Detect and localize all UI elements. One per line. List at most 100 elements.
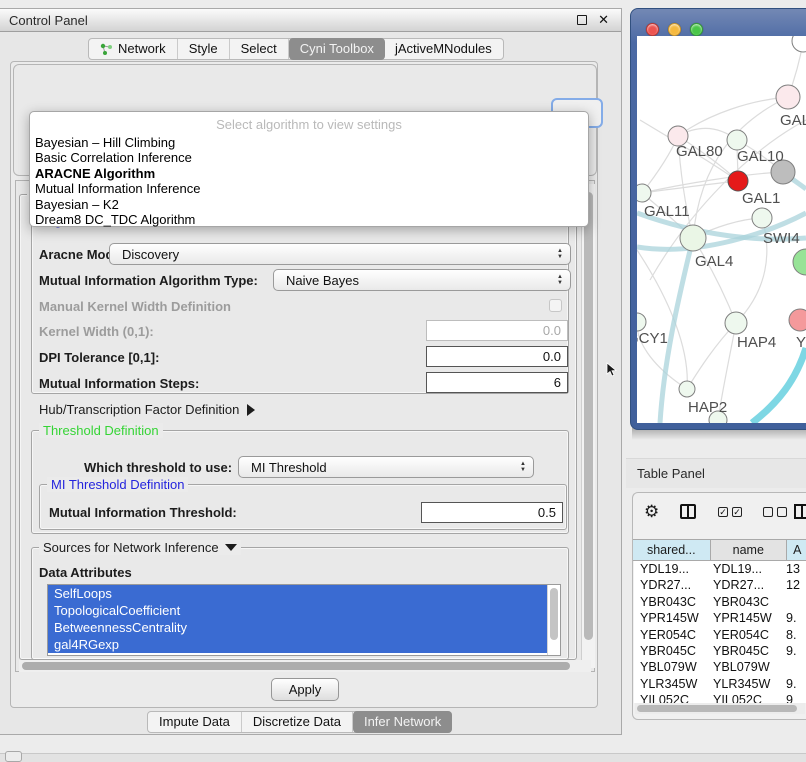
close-traffic-icon[interactable] xyxy=(646,23,659,36)
checkbox-checked-icon[interactable]: ✓ xyxy=(732,507,742,517)
scrollbar-thumb[interactable] xyxy=(584,192,593,640)
tab-select[interactable]: Select xyxy=(230,39,289,59)
table-row[interactable]: YIL052C YIL052C 9 xyxy=(634,692,806,703)
table-row[interactable]: YDR27... YDR27... 12 xyxy=(634,577,806,593)
table-row[interactable]: YBR045C YBR045C 9. xyxy=(634,643,806,659)
tab-discretize-data[interactable]: Discretize Data xyxy=(242,712,353,732)
table-header: shared... name A xyxy=(633,539,806,561)
which-threshold-value: MI Threshold xyxy=(251,460,327,475)
algorithm-dropdown-item[interactable]: Bayesian – K2 xyxy=(30,197,588,212)
tab-network[interactable]: Network xyxy=(89,39,178,59)
tab-impute-data[interactable]: Impute Data xyxy=(148,712,242,732)
node-swi4[interactable] xyxy=(752,208,772,228)
node-gal10[interactable] xyxy=(727,130,747,150)
algorithm-dropdown-item[interactable]: ARACNE Algorithm xyxy=(30,166,588,181)
algorithm-dropdown-item[interactable]: Bayesian – Hill Climbing xyxy=(30,135,588,150)
column-header-shared[interactable]: shared... xyxy=(633,540,711,560)
table-row[interactable]: YBR043C YBR043C xyxy=(634,594,806,610)
checkbox-checked-icon[interactable]: ✓ xyxy=(718,507,728,517)
table-horizontal-scrollbar[interactable] xyxy=(635,703,805,714)
dpi-tolerance-value: 0.0 xyxy=(543,349,561,364)
column-header-name[interactable]: name xyxy=(711,540,788,560)
bottom-mini-button[interactable] xyxy=(5,751,22,762)
close-icon[interactable]: ✕ xyxy=(598,12,609,28)
table-row[interactable]: YDL19... YDL19... 13 xyxy=(634,561,806,577)
table-row[interactable]: YPR145W YPR145W 9. xyxy=(634,610,806,626)
mi-threshold-label: Mutual Information Threshold: xyxy=(49,505,237,520)
manual-kernel-width-label: Manual Kernel Width Definition xyxy=(39,299,231,314)
node-partial-top[interactable] xyxy=(792,36,806,52)
aracne-mode-combo[interactable]: Discovery ▲▼ xyxy=(109,243,571,265)
which-threshold-label: Which threshold to use: xyxy=(84,460,232,475)
control-panel-title: Control Panel xyxy=(0,13,88,28)
node-label: Y xyxy=(796,334,806,351)
node-hap2[interactable] xyxy=(679,381,695,397)
table-row[interactable]: YLR345W YLR345W 9. xyxy=(634,676,806,692)
checkbox-unchecked-icon[interactable] xyxy=(777,507,787,517)
node-y-partial[interactable] xyxy=(789,309,806,331)
cell-shared-name: YBL079W xyxy=(634,659,713,675)
combo-stepper-icon: ▲▼ xyxy=(520,461,526,473)
node-gal11[interactable] xyxy=(637,184,651,202)
which-threshold-combo[interactable]: MI Threshold ▲▼ xyxy=(238,456,534,478)
node-label: GAL4 xyxy=(695,253,733,270)
tab-label: Style xyxy=(189,39,218,59)
cell-shared-name: YDR27... xyxy=(634,577,713,593)
cell-shared-name: YDL19... xyxy=(634,561,713,577)
node-label: GAL xyxy=(780,112,806,129)
control-panel-titlebar: Control Panel ✕ xyxy=(0,9,621,32)
tab-label: Network xyxy=(118,39,166,59)
aracne-mode-value: Discovery xyxy=(122,247,179,262)
expanded-arrow-icon[interactable] xyxy=(225,544,237,551)
new-table-icon[interactable] xyxy=(794,504,806,519)
node-gal1-selected[interactable] xyxy=(728,171,748,191)
cell-value: 13 xyxy=(786,561,806,577)
node-gcy1[interactable] xyxy=(637,313,646,331)
node-green-right[interactable] xyxy=(793,249,806,275)
node-gal4[interactable] xyxy=(680,225,706,251)
cyni-bottom-tabbar: Impute Data Discretize Data Infer Networ… xyxy=(147,711,452,733)
node-gal-top[interactable] xyxy=(776,85,800,109)
table-row[interactable]: YER054C YER054C 8. xyxy=(634,627,806,643)
mi-threshold-field[interactable]: 0.5 xyxy=(421,502,563,523)
hub-definition-toggle[interactable]: Hub/Transcription Factor Definition xyxy=(39,402,255,417)
cell-shared-name: YLR345W xyxy=(634,676,713,692)
manual-kernel-width-checkbox xyxy=(549,299,562,312)
apply-button[interactable]: Apply xyxy=(271,678,339,701)
node-hap4[interactable] xyxy=(725,312,747,334)
zoom-traffic-icon[interactable] xyxy=(690,23,703,36)
tab-style[interactable]: Style xyxy=(178,39,230,59)
cell-name: YER054C xyxy=(713,627,786,643)
scrollbar-thumb[interactable] xyxy=(637,705,797,712)
algorithm-dropdown-item[interactable]: Dream8 DC_TDC Algorithm xyxy=(30,212,588,227)
algorithm-dropdown-item[interactable]: Basic Correlation Inference xyxy=(30,150,588,165)
minimize-traffic-icon[interactable] xyxy=(668,23,681,36)
column-header-partial[interactable]: A xyxy=(787,540,806,560)
dpi-tolerance-field[interactable]: 0.0 xyxy=(426,346,568,367)
scrollbar-thumb[interactable] xyxy=(22,662,570,670)
gear-icon[interactable]: ⚙ xyxy=(644,502,659,522)
cell-name: YPR145W xyxy=(713,610,786,626)
columns-icon[interactable] xyxy=(680,504,696,519)
checkbox-unchecked-icon[interactable] xyxy=(763,507,773,517)
mi-steps-field[interactable]: 6 xyxy=(426,372,568,393)
combo-stepper-icon: ▲▼ xyxy=(557,274,563,286)
algorithm-dropdown-item[interactable]: Mutual Information Inference xyxy=(30,181,588,196)
mi-algorithm-type-combo[interactable]: Naive Bayes ▲▼ xyxy=(273,269,571,291)
node-label: GAL1 xyxy=(742,190,780,207)
data-attributes-label: Data Attributes xyxy=(39,565,132,580)
kernel-width-field: 0.0 xyxy=(426,320,568,341)
settings-vertical-scrollbar[interactable] xyxy=(581,184,595,668)
cell-value: 9. xyxy=(786,643,806,659)
table-body: YDL19... YDL19... 13 YDR27... YDR27... 1… xyxy=(634,561,806,703)
tab-jactivemnodules[interactable]: jActiveMNodules xyxy=(384,39,503,59)
settings-horizontal-scrollbar[interactable] xyxy=(19,660,591,672)
cell-name: YLR345W xyxy=(713,676,786,692)
kernel-width-label: Kernel Width (0,1): xyxy=(39,324,154,339)
cell-value: 9. xyxy=(786,676,806,692)
tab-cyni-toolbox[interactable]: Cyni Toolbox xyxy=(289,38,385,60)
table-row[interactable]: YBL079W YBL079W xyxy=(634,659,806,675)
tab-label: Impute Data xyxy=(159,712,230,732)
tab-infer-network[interactable]: Infer Network xyxy=(353,711,452,733)
float-window-icon[interactable] xyxy=(577,15,587,25)
